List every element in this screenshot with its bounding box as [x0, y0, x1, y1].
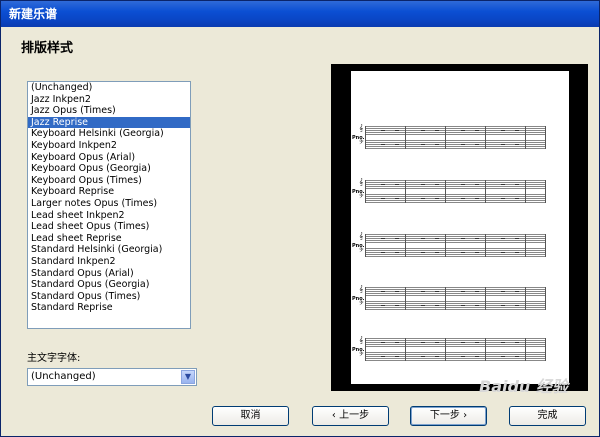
cancel-button[interactable]: 取消 — [212, 406, 289, 426]
finish-button[interactable]: 完成 — [509, 406, 586, 426]
list-item[interactable]: Keyboard Opus (Times) — [28, 175, 190, 187]
list-item[interactable]: Jazz Reprise — [28, 116, 190, 129]
house-style-list[interactable]: (Unchanged) Jazz Inkpen2 Jazz Opus (Times)… — [27, 81, 191, 329]
list-item[interactable]: Standard Opus (Arial) — [28, 268, 190, 280]
main-font-value: (Unchanged) — [31, 371, 96, 382]
list-item[interactable]: Keyboard Inkpen2 — [28, 140, 190, 152]
new-score-dialog: 新建乐谱 排版样式 (Unchanged) Jazz Inkpen2 Jazz Op… — [0, 0, 600, 437]
score-preview: 𝄞 𝄢 Pno. 𝄞 𝄢 Pno. 𝄞 𝄢 Pno. 𝄞 𝄢 Pno. 𝄞 𝄢 Pno. — [331, 64, 588, 391]
list-item[interactable]: Standard Inkpen2 — [28, 256, 190, 268]
list-item[interactable]: Larger notes Opus (Times) — [28, 198, 190, 210]
list-item[interactable]: Standard Reprise — [28, 302, 190, 314]
staff-system: 𝄞 𝄢 Pno. — [351, 233, 569, 262]
list-item[interactable]: Lead sheet Reprise — [28, 233, 190, 245]
back-button[interactable]: ‹ 上一步 — [312, 406, 389, 426]
main-font-label: 主文字字体: — [27, 353, 81, 364]
staff-system: 𝄞 𝄢 Pno. — [351, 286, 569, 315]
staff-system: 𝄞 𝄢 Pno. — [351, 125, 569, 154]
list-item[interactable]: Jazz Inkpen2 — [28, 94, 190, 106]
list-item[interactable]: Standard Helsinki (Georgia) — [28, 244, 190, 256]
list-item[interactable]: Jazz Opus (Times) — [28, 105, 190, 117]
next-button[interactable]: 下一步 › — [410, 406, 487, 426]
list-item[interactable]: Keyboard Opus (Arial) — [28, 152, 190, 164]
list-item[interactable]: Keyboard Opus (Georgia) — [28, 163, 190, 175]
preview-page: 𝄞 𝄢 Pno. 𝄞 𝄢 Pno. 𝄞 𝄢 Pno. 𝄞 𝄢 Pno. 𝄞 𝄢 Pno. — [351, 71, 569, 384]
staff-system: 𝄞 𝄢 Pno. — [351, 179, 569, 208]
list-item[interactable]: Keyboard Reprise — [28, 186, 190, 198]
list-item[interactable]: Lead sheet Opus (Times) — [28, 221, 190, 233]
chevron-down-icon[interactable]: ▼ — [181, 370, 195, 384]
title-bar: 新建乐谱 — [1, 1, 599, 27]
list-item[interactable]: Standard Opus (Georgia) — [28, 279, 190, 291]
list-item[interactable]: Standard Opus (Times) — [28, 291, 190, 303]
list-item[interactable]: Keyboard Helsinki (Georgia) — [28, 128, 190, 140]
page-title: 排版样式 — [21, 41, 74, 56]
list-item[interactable]: Lead sheet Inkpen2 — [28, 210, 190, 222]
main-font-select[interactable]: (Unchanged) ▼ — [27, 368, 197, 386]
staff-system: 𝄞 𝄢 Pno. — [351, 337, 569, 366]
list-item[interactable]: (Unchanged) — [28, 82, 190, 94]
